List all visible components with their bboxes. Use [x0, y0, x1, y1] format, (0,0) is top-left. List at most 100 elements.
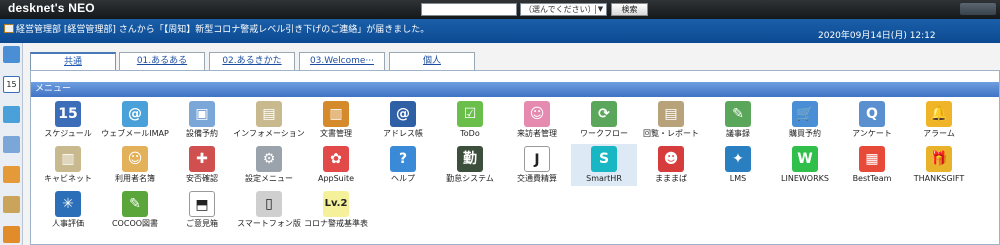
- tab-4[interactable]: 03.Welcome···: [299, 52, 385, 70]
- app-tile[interactable]: ▣ 設備予約: [169, 99, 235, 141]
- library-icon: ✎: [122, 191, 148, 217]
- notification-bar: 経営管理部 [経営管理部] さんから「【周知】新型コロナ警戒レベル引き下げのご連…: [0, 19, 1000, 43]
- workflow-icon: ⟳: [591, 101, 617, 127]
- chevron-down-icon[interactable]: ▼: [595, 5, 605, 14]
- app-tile[interactable]: 🎁 THANKSGIFT: [906, 144, 972, 186]
- portal-icon[interactable]: [3, 46, 20, 63]
- survey-icon: Q: [859, 101, 885, 127]
- app-label: THANKSGIFT: [913, 174, 965, 183]
- document-icon: ▥: [323, 101, 349, 127]
- appsuite-icon: ✿: [323, 146, 349, 172]
- search-button[interactable]: 検索: [611, 3, 648, 16]
- app-tile[interactable]: J 交通費精算: [504, 144, 570, 186]
- app-tile[interactable]: ▥ 文書管理: [303, 99, 369, 141]
- app-tile[interactable]: ▤ インフォメーション: [233, 99, 305, 141]
- hr-evaluation-icon-glyph: ✳: [62, 196, 74, 212]
- hr-evaluation-icon: ✳: [55, 191, 81, 217]
- smartphone-icon: ▯: [256, 191, 282, 217]
- mail-icon[interactable]: [3, 106, 20, 123]
- apps-icon[interactable]: [3, 226, 20, 243]
- settings-icon: ⚙: [256, 146, 282, 172]
- purchase-icon: 🛒: [792, 101, 818, 127]
- tab-2[interactable]: 01.あるある: [119, 52, 205, 70]
- app-tile[interactable]: ▤ 回覧・レポート: [638, 99, 704, 141]
- visitor-icon-glyph: ☺: [529, 106, 545, 122]
- app-tile[interactable]: ☺ 来訪者管理: [504, 99, 570, 141]
- schedule-icon: 15: [55, 101, 81, 127]
- information-icon-glyph: ▤: [262, 106, 276, 122]
- app-tile[interactable]: Lv.2 コロナ警戒基準表: [303, 189, 369, 231]
- menu-panel: メニュー 15 スケジュール @ ウェブメールIMAP ▣ 設備予約 ▤ インフォメーション ▥…: [30, 70, 1000, 245]
- tab-1[interactable]: 共通: [30, 52, 116, 70]
- app-tile[interactable]: ☺ 利用者名簿: [102, 144, 168, 186]
- suggestion-box-icon-glyph: ⬒: [195, 197, 209, 213]
- smarthr-icon-glyph: S: [598, 151, 610, 167]
- bestteam-icon-glyph: ▦: [865, 151, 879, 167]
- app-tile[interactable]: ✎ COCOO図書: [102, 189, 168, 231]
- app-tile[interactable]: ⟳ ワークフロー: [571, 99, 637, 141]
- notepad-icon[interactable]: [3, 196, 20, 213]
- lms-icon: ✦: [725, 146, 751, 172]
- notification-message[interactable]: 経営管理部 [経営管理部] さんから「【周知】新型コロナ警戒レベル引き下げのご連…: [16, 22, 429, 35]
- document-icon-glyph: ▥: [329, 106, 343, 122]
- todo-icon: ☑: [457, 101, 483, 127]
- menu-header: メニュー: [31, 82, 999, 97]
- survey-icon-glyph: Q: [866, 106, 878, 122]
- search-scope-value: （選んでください）: [524, 5, 596, 14]
- suggestion-box-icon: ⬒: [189, 191, 215, 217]
- app-tile[interactable]: @ ウェブメールIMAP: [101, 99, 169, 141]
- tab-5[interactable]: 個人: [389, 52, 475, 70]
- settings-icon-glyph: ⚙: [262, 151, 276, 167]
- app-logo[interactable]: desknet's NEO: [8, 1, 95, 15]
- app-tile[interactable]: ▦ BestTeam: [839, 144, 905, 186]
- cabinet-icon-glyph: ▥: [61, 151, 75, 167]
- facility-booking-icon: ▣: [189, 101, 215, 127]
- library-icon-glyph: ✎: [129, 196, 141, 212]
- bestteam-icon: ▦: [859, 146, 885, 172]
- app-tile[interactable]: ☻ まままぱ: [638, 144, 704, 186]
- smartphone-icon-glyph: ▯: [265, 196, 273, 212]
- calendar-icon[interactable]: 15: [3, 76, 20, 93]
- app-tile[interactable]: ⬒ ご意見箱: [169, 189, 235, 231]
- app-tile[interactable]: 勤勤怠システム: [437, 144, 503, 186]
- app-tile[interactable]: ✿ AppSuite: [303, 144, 369, 186]
- app-tile[interactable]: ? ヘルプ: [370, 144, 436, 186]
- app-tile[interactable]: 🔔 アラーム: [906, 99, 972, 141]
- app-tile[interactable]: ✎ 議事録: [705, 99, 771, 141]
- information-icon: ▤: [256, 101, 282, 127]
- tab-3[interactable]: 02.あるきかた: [209, 52, 295, 70]
- appsuite-icon-glyph: ✿: [330, 151, 342, 167]
- address-book-icon-glyph: @: [396, 106, 410, 122]
- app-tile[interactable]: @ アドレス帳: [370, 99, 436, 141]
- address-book-icon: @: [390, 101, 416, 127]
- thanksgift-icon: 🎁: [926, 146, 952, 172]
- user-menu-button[interactable]: [960, 3, 996, 15]
- app-tile[interactable]: ▯ スマートフォン版: [236, 189, 302, 231]
- schedule-icon-glyph: 15: [58, 106, 78, 122]
- app-tile[interactable]: 🛒 購買予約: [772, 99, 838, 141]
- app-tile[interactable]: Q アンケート: [839, 99, 905, 141]
- app-tile[interactable]: ▥ キャビネット: [35, 144, 101, 186]
- app-tile[interactable]: 15 スケジュール: [35, 99, 101, 141]
- facility-icon[interactable]: [3, 136, 20, 153]
- safety-check-icon: ✚: [189, 146, 215, 172]
- app-tile[interactable]: ✚ 安否確認: [169, 144, 235, 186]
- transport-expense-icon: J: [524, 146, 550, 172]
- alarm-icon-glyph: 🔔: [930, 106, 948, 122]
- lineworks-icon-glyph: W: [797, 151, 813, 167]
- app-tile[interactable]: ✳ 人事評価: [35, 189, 101, 231]
- app-tile[interactable]: ✦ LMS: [705, 144, 771, 186]
- app-label: コロナ警戒基準表: [304, 219, 368, 228]
- search-input[interactable]: [421, 3, 517, 16]
- app-tile[interactable]: W LINEWORKS: [772, 144, 838, 186]
- search-scope-select[interactable]: （選んでください） ▼: [520, 3, 607, 16]
- help-icon-glyph: ?: [398, 151, 408, 167]
- app-tile[interactable]: ⚙ 設定メニュー: [236, 144, 302, 186]
- app-tile[interactable]: S SmartHR: [571, 144, 637, 186]
- circular-report-icon: ▤: [658, 101, 684, 127]
- app-tile[interactable]: ☑ ToDo: [437, 99, 503, 141]
- memo-icon[interactable]: [3, 166, 20, 183]
- corona-level-icon-glyph: Lv.2: [324, 198, 348, 209]
- notification-icon: [4, 24, 14, 33]
- todo-icon-glyph: ☑: [463, 106, 477, 122]
